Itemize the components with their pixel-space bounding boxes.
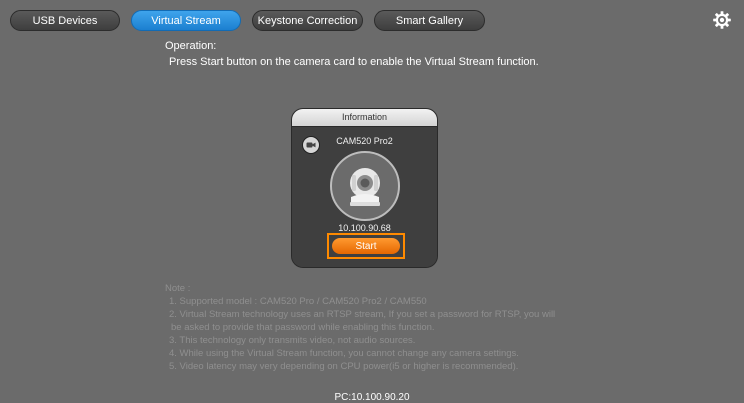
note-line: be asked to provide that password while … bbox=[171, 322, 435, 333]
tab-keystone-correction[interactable]: Keystone Correction bbox=[252, 10, 363, 31]
note-line: 5. Video latency may very depending on C… bbox=[169, 361, 519, 372]
gear-icon[interactable] bbox=[712, 10, 732, 30]
notes-section: Note : 1. Supported model : CAM520 Pro /… bbox=[165, 282, 555, 373]
tab-usb-devices[interactable]: USB Devices bbox=[10, 10, 120, 31]
pc-ip-address: PC:10.100.90.20 bbox=[334, 392, 410, 403]
note-line: 1. Supported model : CAM520 Pro / CAM520… bbox=[169, 296, 427, 307]
camera-model-name: CAM520 Pro2 bbox=[336, 136, 393, 146]
note-line: 3. This technology only transmits video,… bbox=[169, 335, 416, 346]
start-button[interactable]: Start bbox=[332, 238, 400, 254]
tab-smart-gallery[interactable]: Smart Gallery bbox=[374, 10, 485, 31]
camera-ip-address: 10.100.90.68 bbox=[338, 223, 391, 233]
ptz-camera-icon bbox=[330, 151, 400, 221]
start-button-highlight: Start bbox=[327, 233, 405, 259]
note-line: 2. Virtual Stream technology uses an RTS… bbox=[169, 309, 556, 320]
card-header: Information bbox=[292, 109, 437, 126]
note-line: 4. While using the Virtual Stream functi… bbox=[169, 348, 519, 359]
camera-card: Information CAM520 Pro2 10.100.90.68 Sta… bbox=[291, 108, 438, 268]
tab-virtual-stream[interactable]: Virtual Stream bbox=[131, 10, 241, 31]
notes-title: Note : bbox=[165, 283, 191, 294]
operation-title: Operation: bbox=[165, 40, 217, 52]
operation-instructions: Press Start button on the camera card to… bbox=[169, 56, 539, 68]
